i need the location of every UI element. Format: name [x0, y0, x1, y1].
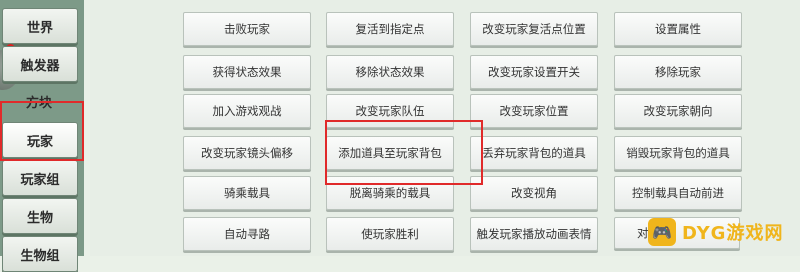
- sidebar-item-triggers[interactable]: 触发器: [2, 46, 78, 82]
- sidebar-item-player-group[interactable]: 玩家组: [2, 160, 78, 196]
- action-button[interactable]: 控制载具自动前进: [614, 176, 742, 210]
- sidebar-item-world[interactable]: 世界: [2, 8, 78, 44]
- action-button[interactable]: 丢弃玩家背包的道具: [470, 136, 598, 170]
- watermark-text: DYG游戏网: [682, 223, 784, 244]
- action-button[interactable]: 骑乘载具: [183, 176, 311, 210]
- action-button[interactable]: 移除状态效果: [326, 55, 454, 89]
- action-button[interactable]: 改变玩家位置: [470, 94, 598, 128]
- action-button[interactable]: 击败玩家: [183, 12, 311, 46]
- gamepad-icon: 🎮: [648, 218, 676, 246]
- action-button[interactable]: 自动寻路: [183, 217, 311, 251]
- action-button[interactable]: 改变玩家复活点位置: [470, 12, 598, 46]
- action-button[interactable]: 改变玩家设置开关: [470, 55, 598, 89]
- action-button[interactable]: 使玩家胜利: [326, 217, 454, 251]
- action-button[interactable]: 设置属性: [614, 12, 742, 46]
- action-button[interactable]: 销毁玩家背包的道具: [614, 136, 742, 170]
- action-button[interactable]: 加入游戏观战: [183, 94, 311, 128]
- action-button[interactable]: 移除玩家: [614, 55, 742, 89]
- action-button[interactable]: 改变玩家镜头偏移: [183, 136, 311, 170]
- watermark: 🎮 DYG游戏网: [648, 212, 798, 252]
- player-highlight-box: [0, 101, 84, 161]
- action-button[interactable]: 获得状态效果: [183, 55, 311, 89]
- action-button[interactable]: 改变视角: [470, 176, 598, 210]
- action-button[interactable]: 复活到指定点: [326, 12, 454, 46]
- action-button[interactable]: 触发玩家播放动画表情: [470, 217, 598, 251]
- action-button[interactable]: 改变玩家朝向: [614, 94, 742, 128]
- add-item-highlight-box: [325, 120, 483, 185]
- sidebar-item-creature-group[interactable]: 生物组: [2, 236, 78, 272]
- sidebar-item-creature[interactable]: 生物: [2, 198, 78, 234]
